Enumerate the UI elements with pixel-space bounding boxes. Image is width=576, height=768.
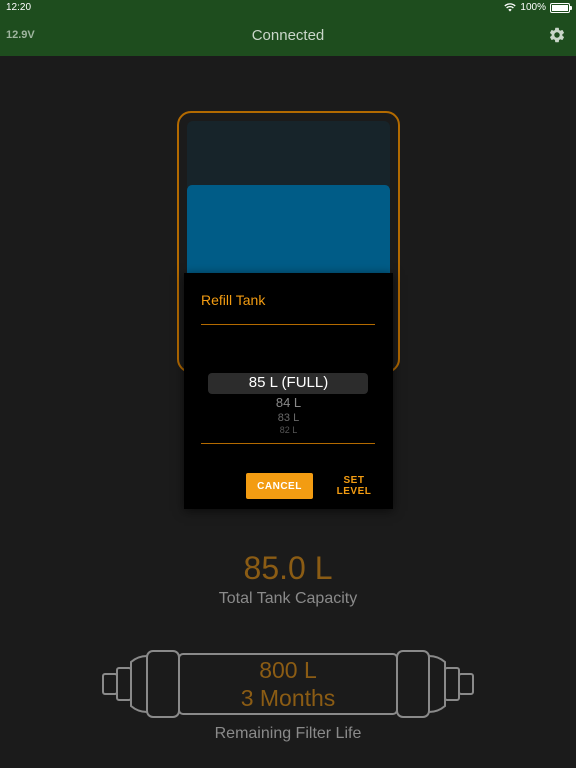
status-right: 100% bbox=[504, 2, 572, 13]
dialog-title: Refill Tank bbox=[201, 292, 266, 308]
status-time: 12:20 bbox=[6, 2, 32, 13]
battery-percent: 100% bbox=[520, 2, 546, 13]
wifi-icon bbox=[504, 3, 517, 12]
gear-icon[interactable] bbox=[548, 26, 566, 44]
page-title: Connected bbox=[251, 27, 325, 44]
picker-item[interactable]: 82 L bbox=[184, 425, 393, 433]
picker-item[interactable]: 84 L bbox=[184, 395, 393, 410]
refill-dialog: Refill Tank 85 L (FULL) 84 L 83 L 82 L C… bbox=[184, 273, 393, 509]
capacity-label: Total Tank Capacity bbox=[218, 590, 358, 607]
capacity-value: 85.0 L bbox=[243, 550, 333, 586]
filter-months: 3 Months bbox=[240, 685, 336, 711]
dialog-divider-bottom bbox=[201, 443, 375, 444]
filter-label: Remaining Filter Life bbox=[214, 725, 362, 742]
filter-liters: 800 L bbox=[259, 657, 317, 683]
tank-empty-space bbox=[187, 121, 390, 187]
picker-item-selected[interactable]: 85 L (FULL) bbox=[184, 374, 393, 391]
picker-item[interactable]: 83 L bbox=[184, 412, 393, 424]
dialog-divider-top bbox=[201, 324, 375, 325]
nav-bar: 12.9V Connected bbox=[0, 16, 576, 56]
set-level-button[interactable]: SET LEVEL bbox=[322, 473, 386, 499]
cancel-button[interactable]: CANCEL bbox=[246, 473, 313, 499]
battery-icon bbox=[550, 2, 572, 13]
status-bar: 12:20 100% bbox=[0, 0, 576, 16]
